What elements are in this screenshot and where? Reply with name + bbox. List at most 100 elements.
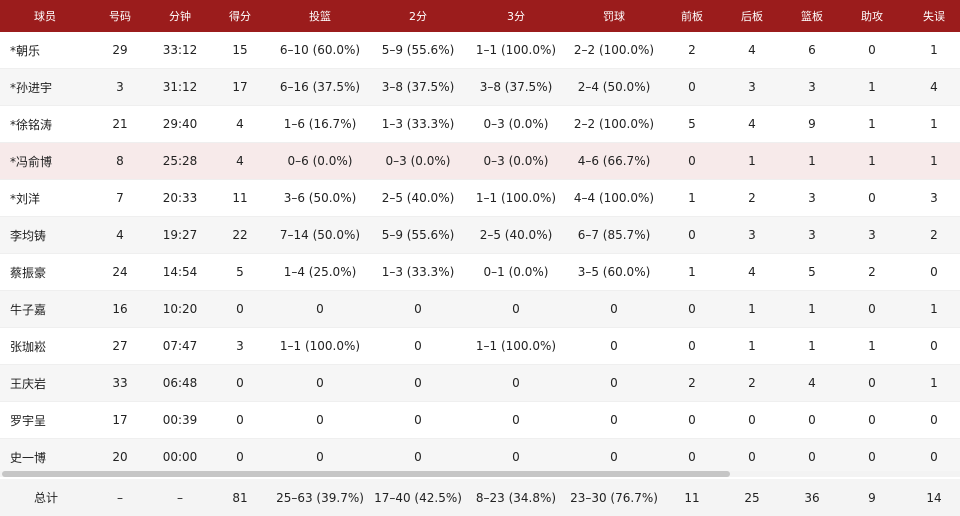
player-name[interactable]: 王庆岩 <box>0 364 84 402</box>
col-header-fg[interactable]: 投篮 <box>276 0 364 32</box>
stat-oreb: 0 <box>668 327 716 365</box>
stat-three: 1–1 (100.0%) <box>472 327 560 365</box>
col-header-ast[interactable]: 助攻 <box>836 0 908 32</box>
stat-ast: 0 <box>836 401 908 439</box>
col-header-tov[interactable]: 失误 <box>908 0 960 32</box>
player-name[interactable]: *孙进宇 <box>0 68 84 106</box>
stat-oreb: 2 <box>668 32 716 69</box>
stat-two: 1–3 (33.3%) <box>364 253 472 291</box>
stat-minutes: 10:20 <box>156 290 204 328</box>
stat-ft: 3–5 (60.0%) <box>560 253 668 291</box>
stat-ft: 4–6 (66.7%) <box>560 142 668 180</box>
stat-reb: 6 <box>788 32 836 69</box>
player-name[interactable]: 史一博 <box>0 438 84 476</box>
totals-label: 总计 <box>34 491 59 505</box>
stat-fg: 3–6 (50.0%) <box>276 179 364 217</box>
totals-points: 81 <box>232 490 248 505</box>
stat-two: 0–3 (0.0%) <box>364 142 472 180</box>
col-header-minutes[interactable]: 分钟 <box>156 0 204 32</box>
player-name[interactable]: 牛子嘉 <box>0 290 84 328</box>
stat-fg: 0–6 (0.0%) <box>276 142 364 180</box>
table-row: 张珈崧 27 07:47 3 1–1 (100.0%) 0 1–1 (100.0%) 0 0 1 1… <box>0 327 960 365</box>
stat-reb: 3 <box>788 68 836 106</box>
stat-number: 24 <box>84 253 156 291</box>
stat-points: 11 <box>204 179 276 217</box>
stat-three: 1–1 (100.0%) <box>472 32 560 69</box>
stat-oreb: 0 <box>668 290 716 328</box>
stat-minutes: 00:00 <box>156 438 204 476</box>
stat-fg: 6–16 (37.5%) <box>276 68 364 106</box>
stat-tov: 1 <box>908 142 960 180</box>
col-header-dreb[interactable]: 后板 <box>716 0 788 32</box>
stat-points: 0 <box>204 438 276 476</box>
stat-dreb: 3 <box>716 216 788 254</box>
stat-dreb: 4 <box>716 32 788 69</box>
stat-tov: 1 <box>908 364 960 402</box>
totals-dreb: 25 <box>744 490 760 505</box>
player-name[interactable]: 李均铸 <box>0 216 84 254</box>
stat-dreb: 0 <box>716 438 788 476</box>
stat-number: 20 <box>84 438 156 476</box>
stat-minutes: 19:27 <box>156 216 204 254</box>
col-header-points[interactable]: 得分 <box>204 0 276 32</box>
stat-two: 5–9 (55.6%) <box>364 32 472 69</box>
col-header-two[interactable]: 2分 <box>364 0 472 32</box>
stat-tov: 0 <box>908 438 960 476</box>
stat-dreb: 1 <box>716 142 788 180</box>
stat-ast: 2 <box>836 253 908 291</box>
stat-tov: 0 <box>908 327 960 365</box>
col-header-reb[interactable]: 篮板 <box>788 0 836 32</box>
col-header-ft[interactable]: 罚球 <box>560 0 668 32</box>
stat-points: 0 <box>204 401 276 439</box>
stat-ast: 1 <box>836 68 908 106</box>
player-name[interactable]: 罗宇呈 <box>0 401 84 439</box>
col-header-oreb[interactable]: 前板 <box>668 0 716 32</box>
header-row: 球员 号码 分钟 得分 投篮 2分 3分 罚球 前板 后板 篮板 助攻 失误 <box>0 0 960 32</box>
player-name[interactable]: *刘洋 <box>0 179 84 217</box>
totals-ft: 23–30 (76.7%) <box>570 490 658 505</box>
stat-reb: 0 <box>788 401 836 439</box>
player-name[interactable]: *朝乐 <box>0 32 84 69</box>
stat-minutes: 14:54 <box>156 253 204 291</box>
stat-three: 3–8 (37.5%) <box>472 68 560 106</box>
totals-reb: 36 <box>804 490 820 505</box>
table-row: 王庆岩 33 06:48 0 0 0 0 0 2 2 4 0 1 <box>0 364 960 402</box>
stat-three: 0 <box>472 364 560 402</box>
stat-ft: 2–4 (50.0%) <box>560 68 668 106</box>
totals-bar: 总计 – – 81 25–63 (39.7%) 17–40 (42.5%) 8–… <box>0 479 960 516</box>
stat-oreb: 1 <box>668 253 716 291</box>
stat-ft: 2–2 (100.0%) <box>560 105 668 143</box>
horizontal-scrollbar[interactable] <box>0 471 960 477</box>
stat-fg: 0 <box>276 290 364 328</box>
stat-reb: 1 <box>788 290 836 328</box>
stat-tov: 1 <box>908 105 960 143</box>
totals-row: 总计 – – 81 25–63 (39.7%) 17–40 (42.5%) 8–… <box>0 479 960 516</box>
stat-oreb: 0 <box>668 401 716 439</box>
stat-points: 0 <box>204 290 276 328</box>
stat-number: 4 <box>84 216 156 254</box>
col-header-player[interactable]: 球员 <box>0 0 84 32</box>
stat-dreb: 2 <box>716 364 788 402</box>
stat-oreb: 0 <box>668 68 716 106</box>
stat-points: 5 <box>204 253 276 291</box>
col-header-number[interactable]: 号码 <box>84 0 156 32</box>
col-header-three[interactable]: 3分 <box>472 0 560 32</box>
stat-oreb: 2 <box>668 364 716 402</box>
player-name[interactable]: 蔡振豪 <box>0 253 84 291</box>
stat-reb: 1 <box>788 327 836 365</box>
player-name[interactable]: *徐铭涛 <box>0 105 84 143</box>
stat-reb: 1 <box>788 142 836 180</box>
stat-points: 4 <box>204 142 276 180</box>
stat-fg: 1–1 (100.0%) <box>276 327 364 365</box>
player-name[interactable]: *冯俞博 <box>0 142 84 180</box>
stat-number: 21 <box>84 105 156 143</box>
stat-number: 16 <box>84 290 156 328</box>
player-name[interactable]: 张珈崧 <box>0 327 84 365</box>
stat-ast: 0 <box>836 438 908 476</box>
totals-ast: 9 <box>868 490 876 505</box>
scrollbar-thumb[interactable] <box>2 471 730 477</box>
stat-three: 0 <box>472 401 560 439</box>
stat-number: 27 <box>84 327 156 365</box>
stat-minutes: 25:28 <box>156 142 204 180</box>
stat-ast: 3 <box>836 216 908 254</box>
